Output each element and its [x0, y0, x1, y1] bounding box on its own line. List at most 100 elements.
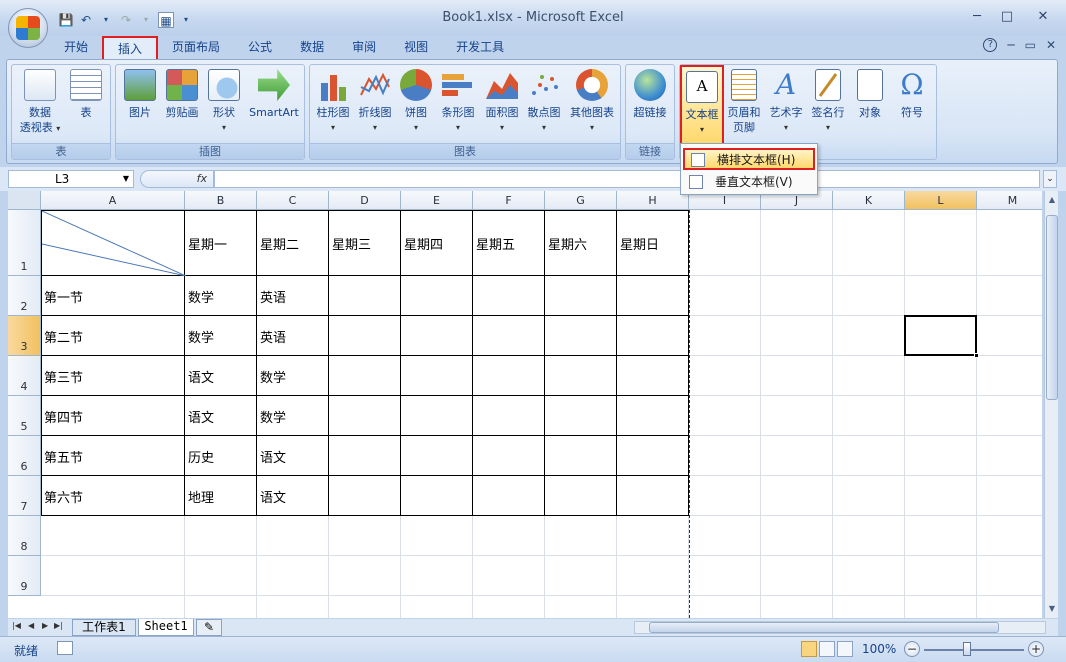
- maximize-button[interactable]: □: [994, 8, 1020, 26]
- tab-formulas[interactable]: 公式: [234, 36, 286, 60]
- insert-function-button[interactable]: fx: [140, 170, 214, 188]
- prev-sheet-icon[interactable]: ◀: [28, 621, 34, 630]
- subject-cell[interactable]: 数学: [260, 407, 286, 426]
- expand-formula-bar-icon[interactable]: ⌄: [1043, 170, 1057, 188]
- column-header-M[interactable]: M: [977, 191, 1042, 210]
- other-charts-button[interactable]: 其他图表 ▾: [566, 69, 618, 135]
- row-header-3[interactable]: 3: [8, 316, 41, 356]
- insert-sheet-icon[interactable]: ✎: [196, 619, 222, 636]
- line-chart-button[interactable]: 折线图 ▾: [354, 69, 396, 135]
- column-header-D[interactable]: D: [329, 191, 401, 210]
- subject-cell[interactable]: 历史: [188, 447, 214, 466]
- tab-view[interactable]: 视图: [390, 36, 442, 60]
- active-cell-L3[interactable]: [904, 315, 977, 356]
- row-header-8[interactable]: 8: [8, 516, 41, 556]
- last-sheet-icon[interactable]: ▶|: [54, 621, 63, 630]
- day-header-cell[interactable]: 星期三: [332, 234, 371, 253]
- fill-handle[interactable]: [974, 353, 979, 358]
- column-header-G[interactable]: G: [545, 191, 617, 210]
- name-box[interactable]: L3 ▼: [8, 170, 134, 188]
- wordart-button[interactable]: A 艺术字 ▾: [766, 69, 806, 135]
- clipart-button[interactable]: 剪贴画: [160, 69, 204, 120]
- area-chart-button[interactable]: 面积图 ▾: [482, 69, 522, 135]
- day-header-cell[interactable]: 星期日: [620, 234, 659, 253]
- picture-button[interactable]: 图片: [120, 69, 160, 120]
- day-header-cell[interactable]: 星期二: [260, 234, 299, 253]
- column-header-B[interactable]: B: [185, 191, 257, 210]
- tab-home[interactable]: 开始: [50, 36, 102, 60]
- object-button[interactable]: 对象: [850, 69, 890, 120]
- signature-line-button[interactable]: 签名行 ▾: [808, 69, 848, 135]
- row-header-5[interactable]: 5: [8, 396, 41, 436]
- day-header-cell[interactable]: 星期一: [188, 234, 227, 253]
- help-icon[interactable]: ?: [983, 38, 998, 52]
- row-header-4[interactable]: 4: [8, 356, 41, 396]
- zoom-level[interactable]: 100%: [862, 642, 896, 656]
- tab-data[interactable]: 数据: [286, 36, 338, 60]
- period-label-cell[interactable]: 第三节: [44, 367, 83, 386]
- bar-chart-button[interactable]: 条形图 ▾: [436, 69, 480, 135]
- horizontal-scrollbar[interactable]: [634, 621, 1046, 634]
- column-header-L[interactable]: L: [905, 191, 977, 210]
- column-header-A[interactable]: A: [41, 191, 185, 210]
- period-label-cell[interactable]: 第一节: [44, 287, 83, 306]
- vertical-scrollbar[interactable]: ▲ ▼: [1044, 191, 1058, 618]
- formula-input[interactable]: [214, 170, 1040, 188]
- period-label-cell[interactable]: 第六节: [44, 487, 83, 506]
- sheet-tab-1[interactable]: 工作表1: [72, 619, 136, 636]
- scroll-down-icon[interactable]: ▼: [1045, 602, 1059, 616]
- period-label-cell[interactable]: 第二节: [44, 327, 83, 346]
- subject-cell[interactable]: 数学: [260, 367, 286, 386]
- office-button[interactable]: [8, 8, 48, 48]
- horizontal-textbox-item[interactable]: 横排文本框(H): [683, 148, 815, 170]
- subject-cell[interactable]: 语文: [260, 447, 286, 466]
- subject-cell[interactable]: 语文: [260, 487, 286, 506]
- first-sheet-icon[interactable]: |◀: [12, 621, 21, 630]
- select-all-corner[interactable]: [8, 191, 41, 210]
- subject-cell[interactable]: 英语: [260, 287, 286, 306]
- symbol-button[interactable]: Ω 符号: [892, 69, 932, 120]
- close-button[interactable]: ✕: [1030, 8, 1056, 26]
- chevron-down-icon[interactable]: ▼: [123, 171, 129, 187]
- row-header-6[interactable]: 6: [8, 436, 41, 476]
- normal-view-icon[interactable]: [801, 641, 817, 657]
- period-label-cell[interactable]: 第五节: [44, 447, 83, 466]
- column-header-F[interactable]: F: [473, 191, 545, 210]
- row-header-2[interactable]: 2: [8, 276, 41, 316]
- next-sheet-icon[interactable]: ▶: [42, 621, 48, 630]
- scroll-up-icon[interactable]: ▲: [1045, 193, 1059, 207]
- tab-developer[interactable]: 开发工具: [442, 36, 518, 60]
- subject-cell[interactable]: 英语: [260, 327, 286, 346]
- column-header-C[interactable]: C: [257, 191, 329, 210]
- zoom-slider-track[interactable]: [924, 649, 1024, 651]
- tab-review[interactable]: 审阅: [338, 36, 390, 60]
- sheet-tab-2[interactable]: Sheet1: [138, 619, 194, 636]
- row-header-7[interactable]: 7: [8, 476, 41, 516]
- row-header-1[interactable]: 1: [8, 210, 41, 276]
- doc-close-button[interactable]: ✕: [1046, 38, 1056, 52]
- vertical-textbox-item[interactable]: 垂直文本框(V): [683, 172, 815, 194]
- tab-page-layout[interactable]: 页面布局: [158, 36, 234, 60]
- column-header-E[interactable]: E: [401, 191, 473, 210]
- macro-record-icon[interactable]: [57, 641, 73, 655]
- tab-insert[interactable]: 插入: [102, 36, 159, 60]
- day-header-cell[interactable]: 星期六: [548, 234, 587, 253]
- subject-cell[interactable]: 数学: [188, 327, 214, 346]
- scatter-chart-button[interactable]: 散点图 ▾: [524, 69, 564, 135]
- hyperlink-button[interactable]: 超链接: [628, 69, 672, 120]
- subject-cell[interactable]: 数学: [188, 287, 214, 306]
- doc-restore-button[interactable]: ▭: [1025, 38, 1036, 52]
- table-button[interactable]: 表: [66, 69, 106, 120]
- zoom-out-button[interactable]: −: [904, 641, 920, 657]
- minimize-button[interactable]: ─: [964, 8, 990, 26]
- vertical-scroll-thumb[interactable]: [1046, 215, 1058, 400]
- pivot-table-button[interactable]: 数据 透视表 ▾: [16, 69, 64, 136]
- row-header-9[interactable]: 9: [8, 556, 41, 596]
- spreadsheet-grid[interactable]: ABCDEFGHIJKLM 123456789 星期一 星期二 星期三 星期四 星期五星…: [8, 191, 1042, 618]
- doc-minimize-button[interactable]: ─: [1007, 38, 1014, 52]
- pie-chart-button[interactable]: 饼图 ▾: [398, 69, 434, 135]
- column-header-H[interactable]: H: [617, 191, 689, 210]
- zoom-in-button[interactable]: +: [1028, 641, 1044, 657]
- zoom-slider-knob[interactable]: [963, 642, 971, 656]
- subject-cell[interactable]: 地理: [188, 487, 214, 506]
